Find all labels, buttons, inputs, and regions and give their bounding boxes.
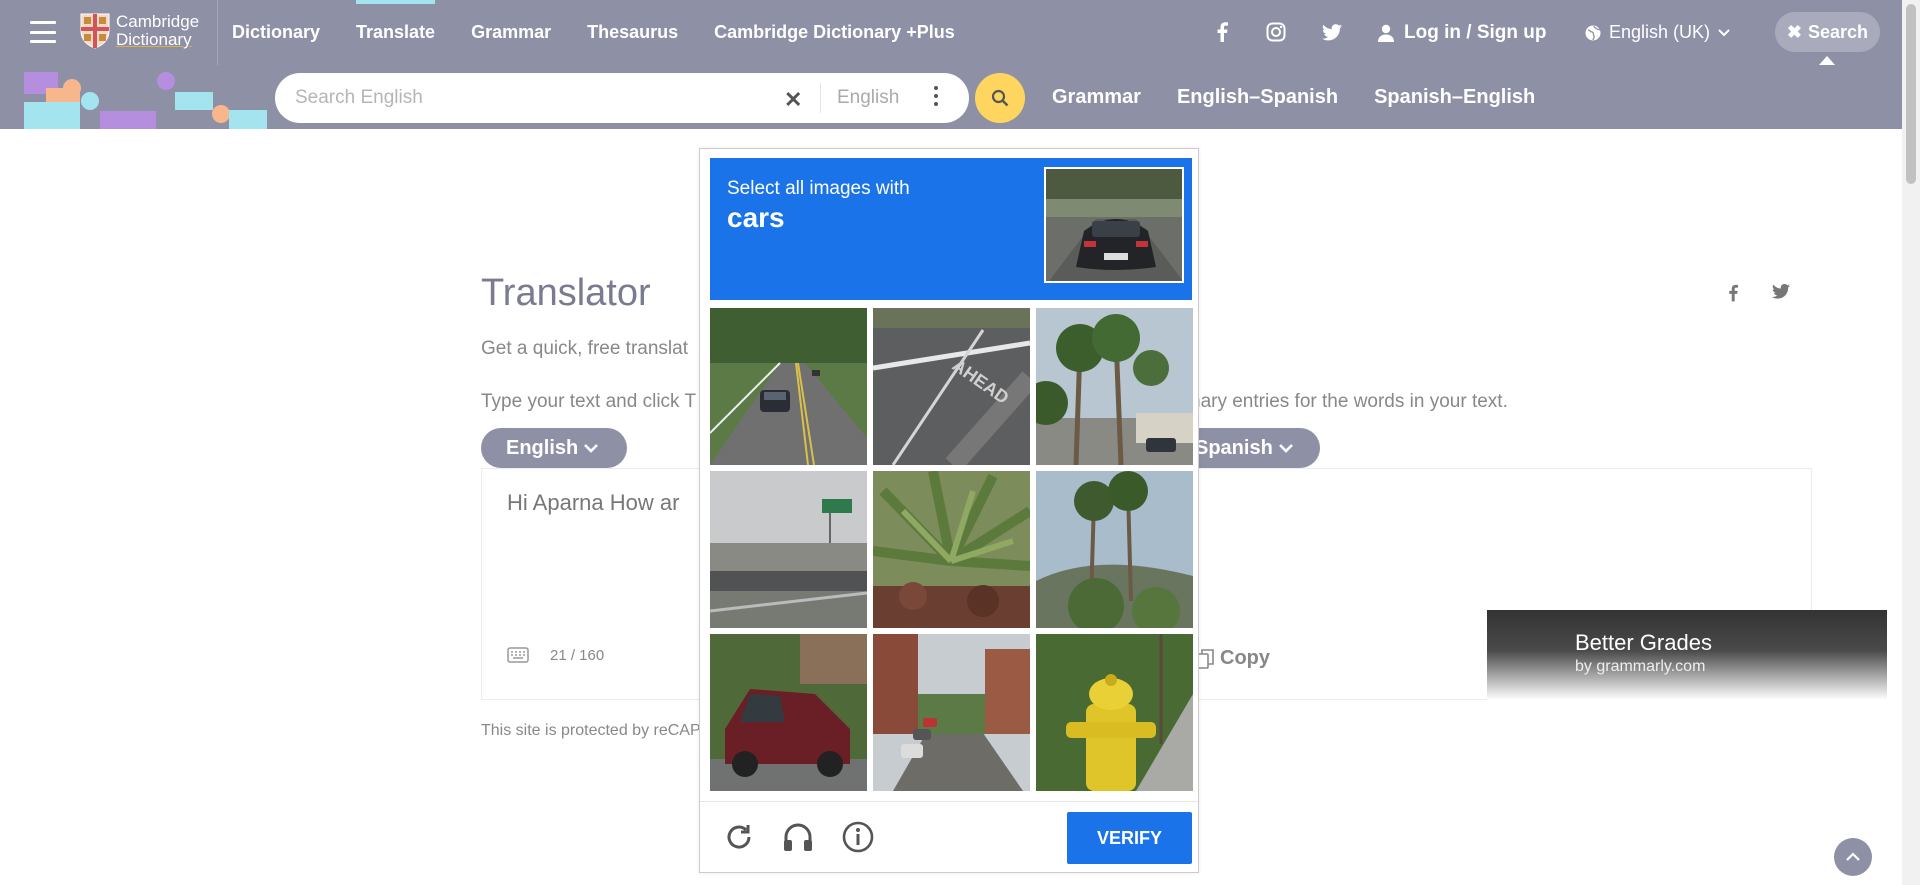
scroll-to-top-button[interactable] [1834, 838, 1872, 876]
logo-line-2: Dictionary [116, 30, 192, 49]
info-icon[interactable] [840, 819, 876, 855]
dictionary-selector[interactable]: English [837, 87, 899, 109]
divider [217, 0, 218, 65]
chevron-down-icon [1718, 28, 1730, 36]
captcha-tile-residential-street-cars[interactable] [873, 634, 1030, 791]
search-toggle-button[interactable]: ✖ Search [1775, 12, 1880, 52]
chevron-down-icon [584, 444, 599, 453]
language-label: English (UK) [1609, 22, 1711, 42]
recaptcha-notice: This site is protected by reCAP [481, 722, 701, 739]
logo-line-1: Cambridge [116, 12, 200, 31]
captcha-tile-road-pavement[interactable]: AHEAD [873, 308, 1030, 465]
menu-icon[interactable] [30, 21, 56, 43]
share-twitter-icon[interactable] [1772, 283, 1790, 304]
quick-links: Grammar English–Spanish Spanish–English [1052, 65, 1535, 129]
captcha-image-grid: AHEAD [710, 308, 1193, 791]
page-title: Translator [481, 272, 651, 314]
captcha-dialog: Select all images with cars AHEAD VERIFY [699, 148, 1199, 873]
login-link[interactable]: Log in / Sign up [1378, 0, 1546, 65]
page-scrollbar[interactable] [1902, 0, 1920, 885]
chevron-up-icon [1846, 852, 1860, 861]
globe-icon [1585, 25, 1601, 40]
link-english-spanish[interactable]: English–Spanish [1177, 86, 1338, 109]
search-bar-row: Search English ✕ English Grammar English… [0, 65, 1902, 129]
nav-thesaurus[interactable]: Thesaurus [587, 0, 678, 65]
dictionary-search-box[interactable]: Search English ✕ English [275, 73, 969, 123]
language-selector[interactable]: English (UK) [1585, 0, 1730, 65]
search-icon [991, 89, 1009, 107]
ad-title: Better Grades [1575, 630, 1712, 655]
decorative-shapes [24, 72, 267, 129]
instruction-text: Type your text and click T [481, 391, 697, 412]
captcha-tile-palm-trees-hill[interactable] [1036, 471, 1193, 628]
nav-grammar[interactable]: Grammar [471, 0, 551, 65]
captcha-header: Select all images with cars [710, 158, 1192, 300]
search-caret [1819, 56, 1835, 65]
main-nav: Dictionary Translate Grammar Thesaurus C… [232, 0, 955, 65]
close-icon: ✖ [1786, 21, 1803, 42]
top-nav-bar: Cambridge Dictionary Dictionary Translat… [0, 0, 1902, 65]
keyboard-icon[interactable] [507, 647, 529, 668]
scrollbar-thumb[interactable] [1906, 4, 1916, 184]
chevron-down-icon [1278, 444, 1293, 453]
captcha-prompt: Select all images with [727, 178, 910, 199]
captcha-tile-road-with-car[interactable] [710, 308, 867, 465]
ad-subtitle: by grammarly.com [1575, 658, 1706, 675]
headphones-icon[interactable] [780, 819, 816, 855]
search-toggle-label: Search [1808, 21, 1869, 42]
search-input[interactable]: Search English [295, 87, 423, 109]
login-label: Log in / Sign up [1404, 21, 1547, 43]
copy-button[interactable]: Copy [1196, 647, 1270, 670]
clear-icon[interactable]: ✕ [784, 87, 802, 113]
link-grammar[interactable]: Grammar [1052, 86, 1141, 109]
user-icon [1378, 24, 1394, 42]
captcha-target: cars [727, 202, 785, 233]
search-button[interactable] [975, 73, 1025, 123]
captcha-footer-divider [700, 801, 1198, 802]
target-language-label: Spanish [1195, 436, 1273, 459]
facebook-icon[interactable] [1210, 20, 1234, 44]
captcha-tile-palm-trees-parking[interactable] [1036, 308, 1193, 465]
instruction-text-end: nary entries for the words in your text. [1190, 391, 1508, 412]
copy-label: Copy [1220, 647, 1270, 669]
intro-text: Get a quick, free translat [481, 338, 688, 359]
captcha-tile-yellow-fire-hydrant[interactable] [1036, 634, 1193, 791]
instagram-icon[interactable] [1264, 20, 1288, 44]
source-text-input[interactable]: Hi Aparna How ar [507, 490, 701, 516]
captcha-sample-image [1044, 167, 1184, 283]
divider [820, 83, 821, 113]
nav-dictionary[interactable]: Dictionary [232, 0, 320, 65]
cambridge-logo[interactable]: Cambridge Dictionary [80, 13, 199, 49]
nav-plus[interactable]: Cambridge Dictionary +Plus [714, 0, 955, 65]
captcha-tile-palm-shrub[interactable] [873, 471, 1030, 628]
more-options-icon[interactable] [934, 86, 940, 106]
nav-translate[interactable]: Translate [356, 0, 436, 65]
twitter-icon[interactable] [1320, 20, 1344, 44]
advertisement[interactable]: Better Grades by grammarly.com [1487, 610, 1887, 700]
source-language-label: English [506, 436, 579, 459]
link-spanish-english[interactable]: Spanish–English [1374, 86, 1535, 109]
character-counter: 21 / 160 [550, 647, 605, 664]
share-facebook-icon[interactable] [1728, 284, 1738, 307]
source-language-button[interactable]: English [481, 428, 627, 468]
captcha-tile-red-pickup-truck[interactable] [710, 634, 867, 791]
verify-button[interactable]: VERIFY [1067, 812, 1192, 864]
captcha-tile-highway-overpass[interactable] [710, 471, 867, 628]
reload-icon[interactable] [721, 819, 757, 855]
crest-icon [80, 13, 110, 49]
